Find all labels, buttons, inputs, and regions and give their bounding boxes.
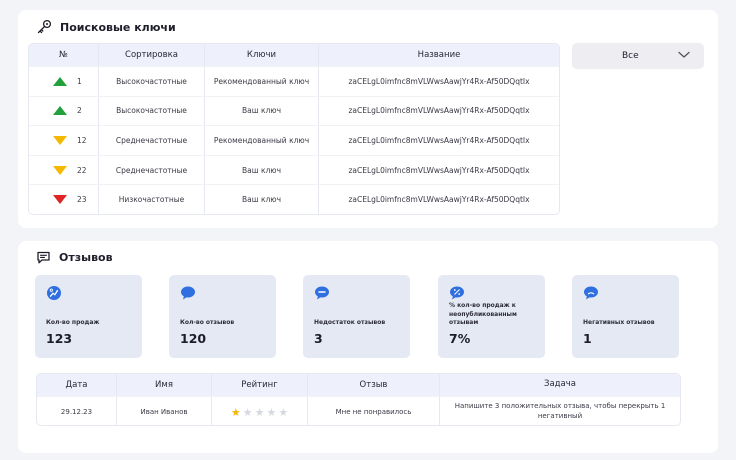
star-empty-icon: ★ bbox=[278, 405, 289, 419]
name-cell: zaCELgL0imfnc8mVLWwsAawjYr4Rx-Af50DQqtIx bbox=[348, 135, 530, 145]
key-cell: Рекомендованный ключ bbox=[205, 67, 319, 96]
number-cell: 1 bbox=[29, 67, 99, 96]
name-cell: Иван Иванов bbox=[117, 397, 212, 425]
number-cell: 23 bbox=[29, 185, 99, 214]
sort-cell: Высокочастотные bbox=[99, 96, 205, 126]
stat-card-negative-reviews: Негативных отзывов 1 bbox=[572, 275, 679, 358]
table-row[interactable]: 12 Среднечастотные Рекомендованный ключ … bbox=[29, 125, 559, 155]
column-header-keys[interactable]: Ключи bbox=[205, 44, 319, 66]
name-cell: zaCELgL0imfnc8mVLWwsAawjYr4Rx-Af50DQqtIx bbox=[348, 76, 530, 86]
trend-up-icon bbox=[53, 106, 67, 116]
column-header-task[interactable]: Задача bbox=[440, 374, 680, 396]
chevron-down-icon bbox=[678, 51, 690, 62]
stat-card-sales: Кол-во продаж 123 bbox=[35, 275, 142, 358]
stat-value: 3 bbox=[314, 331, 323, 346]
stat-label: Негативных отзывов bbox=[583, 319, 655, 327]
table-row[interactable]: 29.12.23 Иван Иванов ★ ★ ★ ★ ★ Мне не понрав… bbox=[37, 396, 680, 425]
sort-cell: Низкочастотные bbox=[99, 185, 205, 214]
star-empty-icon: ★ bbox=[254, 405, 265, 419]
column-header-review[interactable]: Отзыв bbox=[308, 374, 440, 396]
search-keys-panel: Поисковые ключи № Сортировка Ключи Назва… bbox=[18, 10, 718, 228]
reviews-table-header: Дата Имя Рейтинг Отзыв Задача bbox=[37, 374, 680, 396]
reviews-header: Отзывов bbox=[36, 250, 113, 265]
trend-down-icon bbox=[53, 135, 67, 145]
trend-down-icon bbox=[53, 165, 67, 175]
stat-card-reviews-shortage: Недостаток отзывов 3 bbox=[303, 275, 410, 358]
filter-value: Все bbox=[622, 51, 639, 61]
star-rating: ★ ★ ★ ★ ★ bbox=[231, 407, 288, 418]
sort-cell: Среднечастотные bbox=[99, 155, 205, 185]
comment-negative-icon bbox=[583, 285, 599, 305]
column-header-sort[interactable]: Сортировка bbox=[99, 44, 205, 66]
column-header-rating[interactable]: Рейтинг bbox=[212, 374, 308, 396]
number-cell: 2 bbox=[29, 96, 99, 126]
table-row[interactable]: 1 Высокочастотные Рекомендованный ключ z… bbox=[29, 66, 559, 96]
stat-label: Кол-во продаж bbox=[46, 319, 100, 327]
key-cell: Рекомендованный ключ bbox=[205, 126, 319, 155]
name-cell: zaCELgL0imfnc8mVLWwsAawjYr4Rx-Af50DQqtIx bbox=[348, 195, 530, 205]
trend-up-icon bbox=[53, 76, 67, 86]
row-number: 2 bbox=[77, 106, 82, 116]
review-cell: Мне не понравилось bbox=[308, 397, 440, 425]
keywords-table: № Сортировка Ключи Название 1 Высокочаст… bbox=[28, 43, 560, 215]
date-cell: 29.12.23 bbox=[37, 397, 117, 425]
sort-cell: Среднечастотные bbox=[99, 126, 205, 155]
chat-icon bbox=[36, 250, 51, 265]
star-empty-icon: ★ bbox=[266, 405, 277, 419]
search-keys-header: Поисковые ключи bbox=[36, 19, 176, 35]
reviews-table: Дата Имя Рейтинг Отзыв Задача 29.12.23 И… bbox=[36, 373, 681, 426]
table-row[interactable]: 23 Низкочастотные Ваш ключ zaCELgL0imfnc… bbox=[29, 184, 559, 214]
search-keys-title: Поисковые ключи bbox=[60, 20, 176, 34]
column-header-name[interactable]: Название bbox=[319, 44, 559, 66]
comment-minus-icon bbox=[314, 285, 330, 305]
sort-cell: Высокочастотные bbox=[99, 67, 205, 96]
star-filled-icon: ★ bbox=[230, 405, 241, 419]
row-number: 12 bbox=[77, 135, 87, 145]
key-icon bbox=[36, 19, 52, 35]
key-cell: Ваш ключ bbox=[205, 185, 319, 214]
keywords-table-header: № Сортировка Ключи Название bbox=[29, 44, 559, 66]
star-empty-icon: ★ bbox=[242, 405, 253, 419]
trend-down-icon bbox=[53, 195, 67, 205]
stat-value: 1 bbox=[583, 331, 592, 346]
column-header-name[interactable]: Имя bbox=[117, 374, 212, 396]
number-cell: 22 bbox=[29, 155, 99, 185]
stat-value: 7% bbox=[449, 331, 471, 346]
task-cell: Напишите 3 положительных отзыва, чтобы п… bbox=[454, 402, 666, 420]
stat-label: Кол-во отзывов bbox=[180, 319, 235, 327]
comment-icon bbox=[180, 285, 196, 305]
stat-card-sales-to-unpublished: % кол-во продаж к неопубликованным отзыв… bbox=[438, 275, 545, 358]
key-cell: Ваш ключ bbox=[205, 96, 319, 126]
key-cell: Ваш ключ bbox=[205, 155, 319, 185]
name-cell: zaCELgL0imfnc8mVLWwsAawjYr4Rx-Af50DQqtIx bbox=[348, 106, 530, 116]
sales-icon bbox=[46, 285, 62, 305]
rating-cell: ★ ★ ★ ★ ★ bbox=[212, 397, 308, 425]
reviews-title: Отзывов bbox=[59, 251, 113, 264]
table-row[interactable]: 2 Высокочастотные Ваш ключ zaCELgL0imfnc… bbox=[29, 95, 559, 126]
row-number: 23 bbox=[77, 195, 87, 205]
stat-label: Недостаток отзывов bbox=[314, 319, 386, 327]
stat-label: % кол-во продаж к неопубликованным отзыв… bbox=[449, 301, 517, 327]
stat-value: 120 bbox=[180, 331, 207, 346]
reviews-panel: Отзывов Кол-во продаж 123 Кол-во отзывов… bbox=[18, 241, 718, 453]
stat-value: 123 bbox=[46, 331, 73, 346]
row-number: 22 bbox=[77, 165, 87, 175]
number-cell: 12 bbox=[29, 126, 99, 155]
column-header-date[interactable]: Дата bbox=[37, 374, 117, 396]
stat-card-reviews-count: Кол-во отзывов 120 bbox=[169, 275, 276, 358]
row-number: 1 bbox=[77, 76, 82, 86]
name-cell: zaCELgL0imfnc8mVLWwsAawjYr4Rx-Af50DQqtIx bbox=[348, 165, 530, 175]
filter-dropdown[interactable]: Все bbox=[572, 43, 704, 69]
column-header-number[interactable]: № bbox=[29, 44, 99, 66]
table-row[interactable]: 22 Среднечастотные Ваш ключ zaCELgL0imfn… bbox=[29, 154, 559, 185]
